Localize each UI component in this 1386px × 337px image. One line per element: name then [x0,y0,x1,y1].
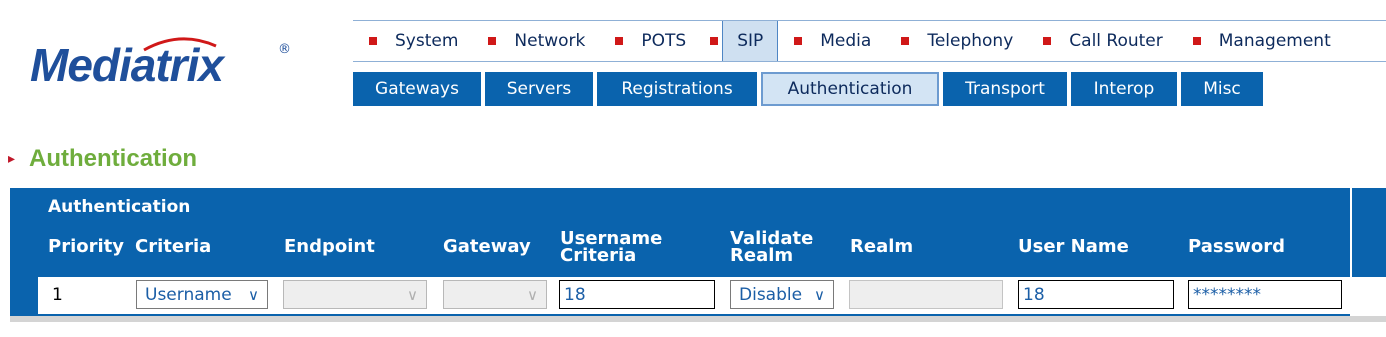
logo-registered-mark: ® [278,42,291,57]
chevron-down-icon: ∨ [527,286,538,304]
tab-registrations[interactable]: Registrations [597,72,757,106]
menu-bullet-icon [1043,37,1052,45]
top-menu-pots[interactable]: POTS [599,21,700,61]
realm-input[interactable] [849,280,1003,309]
top-menu-label: Network [514,31,586,51]
username-criteria-input[interactable]: 18 [559,280,715,309]
endpoint-select[interactable]: ∨ [283,280,427,309]
menu-bullet-icon [615,37,624,45]
section-heading: ▸ Authentication [8,145,197,173]
section-arrow-icon: ▸ [8,151,16,167]
menu-bullet-icon [901,37,910,45]
table-group-title: Authentication [48,197,191,217]
table-shadow [10,316,1386,322]
col-header-validate-realm-line2: Realm [730,245,794,266]
top-menu-label: System [395,31,459,51]
page-title: Authentication [29,145,198,172]
top-menu-label: Media [820,31,872,51]
chevron-down-icon: ∨ [248,286,259,304]
tab-gateways[interactable]: Gateways [353,72,481,106]
password-value: ******** [1193,284,1261,305]
col-header-password: Password [1188,236,1286,257]
menu-bullet-icon [369,37,377,45]
top-menu: System Network POTS SIP Media Telephony … [353,20,1386,62]
top-menu-system[interactable]: System [353,21,472,61]
tab-label: Gateways [375,79,459,99]
user-name-input[interactable]: 18 [1018,280,1174,309]
tab-label: Servers [506,79,572,99]
tab-transport[interactable]: Transport [943,72,1067,106]
col-header-priority: Priority [48,236,124,257]
top-menu-label: SIP [737,31,764,51]
priority-value: 1 [52,285,63,305]
table-header [10,188,1386,277]
col-header-gateway: Gateway [443,236,531,257]
top-menu-call-router[interactable]: Call Router [1027,21,1176,61]
validate-realm-value: Disable [739,284,803,305]
top-menu-telephony[interactable]: Telephony [885,21,1027,61]
username-criteria-value: 18 [564,284,586,305]
col-header-username-criteria-line2: Criteria [560,245,637,266]
logo-text: Mediatrix [30,39,224,91]
criteria-select[interactable]: Username ∨ [136,280,268,309]
col-header-realm: Realm [850,236,914,257]
top-menu-label: Management [1218,31,1331,51]
col-header-endpoint: Endpoint [284,236,375,257]
criteria-select-value: Username [145,284,232,305]
mediatrix-logo: Mediatrix ® [30,34,291,96]
top-menu-label: Call Router [1069,31,1163,51]
top-menu-management[interactable]: Management [1177,21,1345,61]
gateway-select[interactable]: ∨ [443,280,547,309]
top-menu-sip[interactable]: SIP [722,21,779,61]
top-menu-media[interactable]: Media [778,21,885,61]
tab-interop[interactable]: Interop [1071,72,1177,106]
tab-authentication[interactable]: Authentication [761,72,939,106]
user-name-value: 18 [1023,284,1045,305]
chevron-down-icon: ∨ [814,286,825,304]
col-header-user-name: User Name [1018,236,1129,257]
top-menu-label: Telephony [927,31,1014,51]
col-header-criteria: Criteria [135,236,212,257]
tab-label: Interop [1093,79,1155,99]
chevron-down-icon: ∨ [407,286,418,304]
menu-bullet-icon [1192,37,1201,45]
tab-misc[interactable]: Misc [1181,72,1263,106]
authentication-table: Authentication Priority Criteria Endpoin… [10,188,1386,322]
table-divider [1350,188,1352,316]
top-menu-label: POTS [641,31,687,51]
tab-servers[interactable]: Servers [485,72,593,106]
sub-tabs: Gateways Servers Registrations Authentic… [353,72,1263,106]
top-menu-network[interactable]: Network [472,21,599,61]
password-input[interactable]: ******** [1188,280,1342,309]
menu-bullet-icon [794,37,803,45]
menu-bullet-icon [488,37,497,45]
tab-label: Authentication [787,79,913,99]
validate-realm-select[interactable]: Disable ∨ [730,280,834,309]
menu-bullet-icon [710,37,719,45]
tab-label: Transport [965,79,1045,99]
tab-label: Misc [1203,79,1241,99]
tab-label: Registrations [621,79,733,99]
